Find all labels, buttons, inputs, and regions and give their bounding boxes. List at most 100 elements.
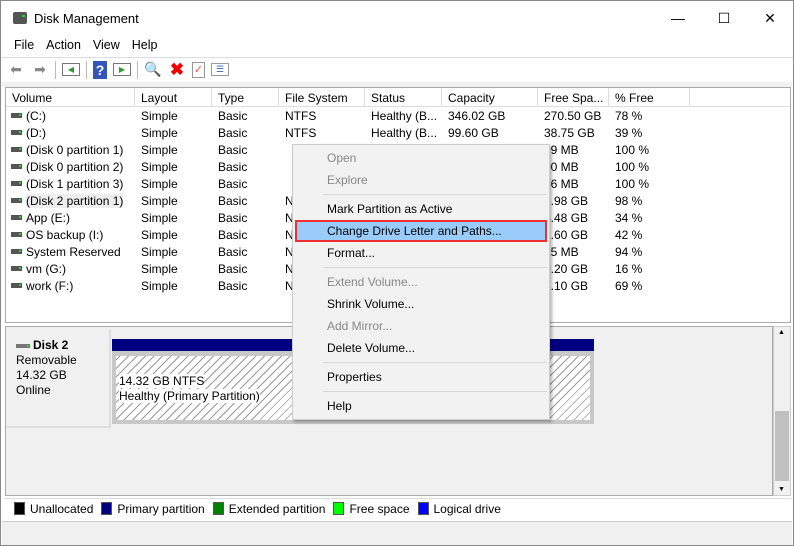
cell-type: Basic <box>218 159 248 174</box>
scrollbar-thumb[interactable] <box>775 411 789 481</box>
menu-separator <box>323 194 547 195</box>
forward-arrow-icon[interactable]: ➡ <box>31 61 49 79</box>
drive-icon <box>11 181 22 186</box>
menu-help[interactable]: Help <box>127 36 165 56</box>
drive-icon <box>11 113 22 118</box>
volume-cell: work (F:) <box>6 279 135 293</box>
menu-item-extend-volume[interactable]: Extend Volume... <box>293 271 549 293</box>
connect-icon[interactable]: 🔍 <box>144 61 162 79</box>
help-icon[interactable]: ? <box>93 60 107 79</box>
action-pane-icon[interactable]: ▶ <box>113 63 131 76</box>
column-header[interactable]: Capacity <box>442 88 538 106</box>
legend-swatch <box>417 502 429 515</box>
table-row[interactable]: (C:) Simple Basic NTFS Healthy (B... 346.02 G… <box>6 107 790 124</box>
cell-type: Basic <box>218 176 248 191</box>
volume-name: vm (G:) <box>26 261 66 276</box>
menu-item-open[interactable]: Open <box>293 147 549 169</box>
cell-layout: Simple <box>141 278 178 293</box>
toolbar-divider <box>55 60 56 79</box>
list-icon[interactable]: ☰ <box>211 63 229 76</box>
context-menu: Open Explore Mark Partition as Active Chang… <box>292 144 550 420</box>
cell-type: Basic <box>218 261 248 276</box>
disk-management-icon <box>13 12 27 24</box>
menu-item-format[interactable]: Format... <box>293 242 549 264</box>
volume-name: (Disk 0 partition 2) <box>26 159 124 174</box>
cell-%-free: 69 % <box>615 278 643 293</box>
menu-item-shrink-volume[interactable]: Shrink Volume... <box>293 293 549 315</box>
legend-swatch <box>333 502 345 515</box>
cell-layout: Simple <box>141 244 178 259</box>
volume-cell: (Disk 0 partition 1) <box>6 143 135 157</box>
disk-type: Removable <box>16 353 77 367</box>
drive-icon <box>11 266 22 271</box>
minimize-button[interactable]: — <box>655 1 701 35</box>
menu-file[interactable]: File <box>1 36 41 56</box>
status-bar <box>2 521 792 545</box>
back-arrow-icon[interactable]: ⬅ <box>7 61 25 79</box>
menu-item-help[interactable]: Help <box>293 395 549 417</box>
legend-label: Unallocated <box>30 501 94 516</box>
volume-name: (D:) <box>26 125 46 140</box>
vertical-scrollbar[interactable]: ▲ ▼ <box>773 326 791 496</box>
volume-cell: vm (G:) <box>6 262 135 276</box>
column-header[interactable]: Volume <box>6 88 135 106</box>
toolbar: ⬅ ➡ ◀ ? ▶ 🔍 ✖ ✓ ☰ <box>1 57 793 81</box>
cell-free-spa-: 38.75 GB <box>544 125 595 140</box>
table-row[interactable]: (D:) Simple Basic NTFS Healthy (B... 99.60 GB… <box>6 124 790 141</box>
menu-item-properties[interactable]: Properties <box>293 366 549 388</box>
legend-label: Free space <box>349 501 410 516</box>
volume-name: (Disk 0 partition 1) <box>26 142 124 157</box>
menu-item-add-mirror[interactable]: Add Mirror... <box>293 315 549 337</box>
legend-swatch <box>101 502 113 515</box>
menu-item-mark-partition-as-active[interactable]: Mark Partition as Active <box>293 198 549 220</box>
drive-icon <box>11 232 22 237</box>
maximize-button[interactable]: ☐ <box>701 1 747 35</box>
volume-name: (C:) <box>26 108 46 123</box>
cell-layout: Simple <box>141 159 178 174</box>
console-tree-icon[interactable]: ◀ <box>62 63 80 76</box>
cell-%-free: 16 % <box>615 261 643 276</box>
legend-label: Primary partition <box>117 501 205 516</box>
cell-layout: Simple <box>141 176 178 191</box>
volume-name: work (F:) <box>26 278 74 293</box>
column-header[interactable]: File System <box>279 88 365 106</box>
cell-file-system: NTFS <box>285 108 317 123</box>
toolbar-divider <box>137 60 138 79</box>
cell-%-free: 34 % <box>615 210 643 225</box>
volume-cell: OS backup (I:) <box>6 228 135 242</box>
column-header[interactable]: Type <box>212 88 279 106</box>
delete-icon[interactable]: ✖ <box>168 60 186 79</box>
menu-bar: File Action View Help <box>1 36 165 56</box>
disk-info[interactable]: Disk 2 Removable 14.32 GB Online <box>7 330 111 428</box>
volume-cell: (Disk 0 partition 2) <box>6 160 135 174</box>
column-header[interactable]: Free Spa... <box>538 88 609 106</box>
cell-layout: Simple <box>141 210 178 225</box>
menu-view[interactable]: View <box>88 36 127 56</box>
menu-item-explore[interactable]: Explore <box>293 169 549 191</box>
column-header[interactable]: % Free <box>609 88 690 106</box>
column-header[interactable]: Status <box>365 88 442 106</box>
disk-management-window: Disk Management — ☐ ✕ File Action View H… <box>0 0 794 546</box>
scroll-up-icon[interactable]: ▲ <box>778 329 785 336</box>
drive-icon <box>11 249 22 254</box>
volume-name: (Disk 2 partition 1) <box>26 193 124 208</box>
cell-%-free: 39 % <box>615 125 643 140</box>
menu-separator <box>323 267 547 268</box>
properties-icon[interactable]: ✓ <box>192 61 205 78</box>
toolbar-divider <box>86 60 87 79</box>
cell-layout: Simple <box>141 227 178 242</box>
column-header[interactable]: Layout <box>135 88 212 106</box>
menu-item-change-drive-letter-and-paths[interactable]: Change Drive Letter and Paths... <box>295 220 547 242</box>
menu-action[interactable]: Action <box>41 36 88 56</box>
partition-status: Healthy (Primary Partition) <box>119 389 260 403</box>
scroll-down-icon[interactable]: ▼ <box>778 486 785 493</box>
cell-type: Basic <box>218 227 248 242</box>
cell-status: Healthy (B... <box>371 108 438 123</box>
menu-item-delete-volume[interactable]: Delete Volume... <box>293 337 549 359</box>
drive-icon <box>11 198 22 203</box>
cell-type: Basic <box>218 278 248 293</box>
close-button[interactable]: ✕ <box>747 1 793 35</box>
cell-type: Basic <box>218 244 248 259</box>
cell-type: Basic <box>218 125 248 140</box>
volume-name: (Disk 1 partition 3) <box>26 176 124 191</box>
